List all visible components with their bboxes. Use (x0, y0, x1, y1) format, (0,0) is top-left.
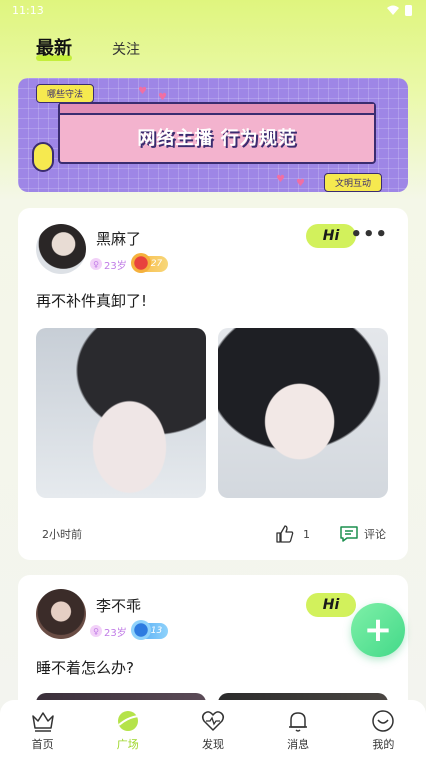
level-badge: 27 (130, 253, 169, 273)
post-text: 再不补件真卸了! (36, 292, 148, 310)
heart-icon: ♥ (276, 174, 285, 185)
announcement-banner[interactable]: 哪些守法 ♥ ♥ 网络主播 行为规范 ♥ ♥ 文明互动 (18, 78, 408, 192)
level-value: 27 (150, 259, 163, 269)
nav-label: 我的 (372, 738, 395, 751)
banner-tag: 哪些守法 (36, 84, 95, 103)
heart-icon: ♥ (138, 86, 147, 97)
nav-item-square[interactable]: 广场 (98, 708, 158, 759)
level-value: 13 (150, 626, 163, 636)
age-chip: ♀ 23岁 (90, 624, 127, 639)
post-photo[interactable] (218, 328, 388, 498)
post-username[interactable]: 李不乖 (96, 595, 141, 616)
medal-icon (130, 620, 151, 640)
nav-label: 发现 (201, 738, 224, 751)
heart-icon: ♥ (296, 178, 305, 189)
post-photo[interactable] (36, 328, 206, 498)
bottom-nav: 首页 广场 发现 消息 我的 (0, 700, 426, 759)
post-footer: 2小时前 1 评论 (42, 524, 386, 544)
age-chip: ♀ 23岁 (90, 257, 127, 272)
avatar[interactable] (36, 589, 86, 639)
bell-icon (289, 712, 308, 732)
post-card[interactable]: 李不乖 ♀ 23岁 13 Hi 睡不着怎么办? (18, 575, 408, 715)
nav-item-discover[interactable]: 发现 (183, 708, 243, 759)
banner-window: 网络主播 行为规范 (58, 102, 376, 164)
avatar[interactable] (36, 224, 86, 274)
post-time: 2小时前 (42, 528, 82, 541)
age-label: 23岁 (104, 260, 127, 272)
user-meta: ♀ 23岁 13 (90, 620, 169, 640)
crown-icon (31, 712, 54, 732)
planet-icon (117, 711, 139, 731)
gender-icon: ♀ (90, 258, 102, 270)
level-badge: 13 (130, 620, 169, 640)
gender-icon: ♀ (90, 625, 102, 637)
nav-item-home[interactable]: 首页 (13, 708, 73, 759)
like-count: 1 (303, 527, 310, 541)
more-icon[interactable]: ••• (350, 224, 388, 245)
feed-tabs: 最新 关注 (36, 34, 140, 61)
post-card[interactable]: 黑麻了 ♀ 23岁 27 Hi ••• 再不补件真卸了! 2小时前 1 评论 (18, 208, 408, 560)
comment-icon (340, 526, 358, 542)
banner-button[interactable]: 文明互动 (323, 173, 382, 192)
post-text: 睡不着怎么办? (36, 659, 134, 677)
tab-follow[interactable]: 关注 (112, 39, 140, 59)
banner-title: 网络主播 行为规范 (137, 128, 297, 149)
status-time: 11:13 (12, 3, 44, 17)
nav-label: 广场 (116, 738, 139, 751)
nav-label: 首页 (31, 738, 54, 751)
hi-button[interactable]: Hi (306, 224, 356, 248)
wifi-icon (387, 5, 399, 15)
nav-label: 消息 (287, 738, 310, 751)
nav-item-profile[interactable]: 我的 (353, 708, 413, 759)
tab-latest[interactable]: 最新 (36, 34, 72, 61)
banner-window-bar (60, 104, 374, 115)
status-icons (387, 4, 412, 16)
heart-pulse-icon (201, 711, 224, 731)
like-button[interactable]: 1 (275, 524, 310, 544)
battery-icon (405, 4, 412, 16)
status-bar: 11:13 (0, 0, 426, 20)
nav-item-messages[interactable]: 消息 (268, 708, 328, 759)
medal-icon (130, 253, 151, 273)
mouse-icon (32, 142, 54, 172)
comment-button[interactable]: 评论 (340, 526, 386, 542)
post-username[interactable]: 黑麻了 (96, 228, 141, 249)
smile-icon (372, 710, 395, 732)
create-post-button[interactable]: + (351, 603, 405, 657)
hi-button[interactable]: Hi (306, 593, 356, 617)
comment-label: 评论 (364, 528, 386, 541)
user-meta: ♀ 23岁 27 (90, 253, 169, 273)
age-label: 23岁 (104, 627, 127, 639)
thumb-up-icon (276, 525, 294, 543)
